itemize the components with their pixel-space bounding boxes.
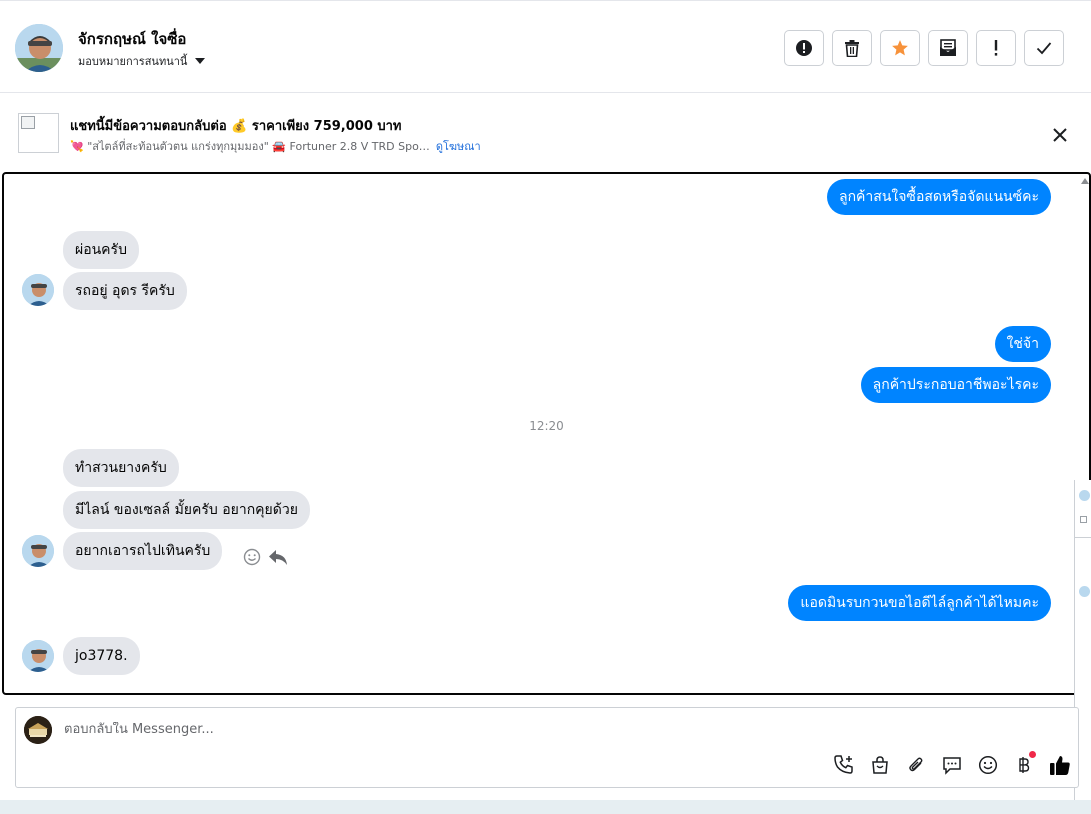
star-icon: [892, 40, 908, 56]
message-outgoing[interactable]: ลูกค้าสนใจซื้อสดหรือจัดแนนซ์คะ: [827, 179, 1051, 215]
scroll-up-arrow-icon[interactable]: [1081, 178, 1089, 184]
flag-button[interactable]: [976, 30, 1016, 66]
message-outgoing[interactable]: ลูกค้าประกอบอาชีพอะไรคะ: [860, 367, 1051, 403]
chevron-down-icon: [195, 58, 206, 64]
trash-icon: [845, 39, 859, 57]
message-incoming[interactable]: ทำสวนยางครับ: [63, 449, 179, 487]
baht-payment-icon: [1019, 757, 1030, 773]
message-outgoing[interactable]: แอดมินรบกวนขอไอดีไล์ลูกค้าได้ไหมคะ: [788, 585, 1051, 621]
exclamation-circle-icon: [796, 40, 812, 56]
message-incoming[interactable]: jo3778.: [63, 637, 140, 675]
emoji-button[interactable]: [976, 753, 1000, 777]
message-outgoing[interactable]: ใช่จ้า: [994, 326, 1051, 362]
envelope-icon: [940, 39, 956, 56]
thumbs-up-icon: [1050, 756, 1070, 775]
reply-button[interactable]: [268, 548, 288, 570]
delete-button[interactable]: [832, 30, 872, 66]
contact-avatar[interactable]: [15, 24, 63, 72]
contact-name[interactable]: จักรกฤษณ์ ใจซื่อ: [78, 27, 186, 51]
done-button[interactable]: [1024, 30, 1064, 66]
reply-arrow-icon: [269, 550, 287, 565]
message-incoming[interactable]: รถอยู่ อุดร รีครับ: [63, 272, 187, 310]
notification-dot: [1029, 751, 1036, 758]
attach-button[interactable]: [904, 753, 928, 777]
sender-avatar[interactable]: [22, 274, 54, 306]
check-icon: [1036, 42, 1052, 55]
payment-button[interactable]: [1012, 751, 1036, 777]
mini-thumbnail: [1080, 516, 1087, 523]
messenger-inbox-conversation: จักรกฤษณ์ ใจซื่อ มอบหมายการสนทนานี้ แชทน…: [0, 0, 1091, 814]
ad-thumbnail[interactable]: [18, 113, 59, 153]
report-button[interactable]: [784, 30, 824, 66]
smiley-icon: [243, 548, 261, 566]
paperclip-icon: [909, 757, 923, 772]
message-incoming[interactable]: มีไลน์ ของเซลล์ มั้ยครับ อยากคุยด้วย: [63, 491, 310, 529]
message-thread[interactable]: ลูกค้าสนใจซื้อสดหรือจัดแนนซ์คะ ผ่อนครับ …: [2, 172, 1091, 695]
broken-image-icon: [21, 116, 35, 129]
shopping-bag-icon: [872, 756, 888, 774]
message-input[interactable]: [64, 722, 964, 737]
react-emoji-button[interactable]: [243, 548, 261, 570]
emoji-icon: [978, 755, 998, 775]
header-actions: [784, 30, 1064, 66]
reply-composer: [15, 707, 1079, 788]
ad-subtitle: 💘 "สไตล์ที่สะท้อนตัวตน แกร่งทุกมุมมอง" 🚘…: [70, 140, 430, 153]
divider: [1075, 537, 1091, 538]
mini-avatar: [1079, 586, 1090, 597]
view-ad-link[interactable]: ดูโฆษณา: [436, 137, 481, 155]
close-ad-bar-button[interactable]: [1048, 123, 1072, 147]
phone-plus-icon: [834, 755, 853, 774]
ad-title: แชทนี้มีข้อความตอบกลับต่อ 💰 ราคาเพียง 75…: [70, 119, 402, 134]
shop-button[interactable]: [868, 753, 892, 777]
like-button[interactable]: [1048, 753, 1072, 777]
assign-conversation-dropdown[interactable]: มอบหมายการสนทนานี้: [78, 52, 206, 70]
composer-toolbar: [832, 751, 1072, 777]
conversation-header: จักรกฤษณ์ ใจซื่อ มอบหมายการสนทนานี้: [0, 0, 1091, 93]
message-incoming[interactable]: อยากเอารถไปเทินครับ: [63, 532, 223, 570]
sender-avatar[interactable]: [22, 640, 54, 672]
ad-subtitle-row: 💘 "สไตล์ที่สะท้อนตัวตน แกร่งทุกมุมมอง" 🚘…: [70, 137, 481, 155]
saved-reply-button[interactable]: [940, 753, 964, 777]
sender-avatar[interactable]: [22, 535, 54, 567]
timestamp-separator: 12:20: [529, 419, 564, 433]
mini-avatar: [1079, 490, 1090, 501]
saved-reply-icon: [943, 757, 961, 775]
ad-context-bar: แชทนี้มีข้อความตอบกลับต่อ 💰 ราคาเพียง 75…: [0, 93, 1091, 172]
close-icon: [1053, 128, 1067, 142]
star-button[interactable]: [880, 30, 920, 66]
message-incoming[interactable]: ผ่อนครับ: [63, 231, 139, 269]
exclamation-icon: [994, 40, 998, 56]
call-button[interactable]: [832, 753, 856, 777]
footer-strip: [0, 800, 1091, 814]
assign-label: มอบหมายการสนทนานี้: [78, 55, 188, 68]
mark-unread-button[interactable]: [928, 30, 968, 66]
page-avatar: [24, 716, 52, 744]
